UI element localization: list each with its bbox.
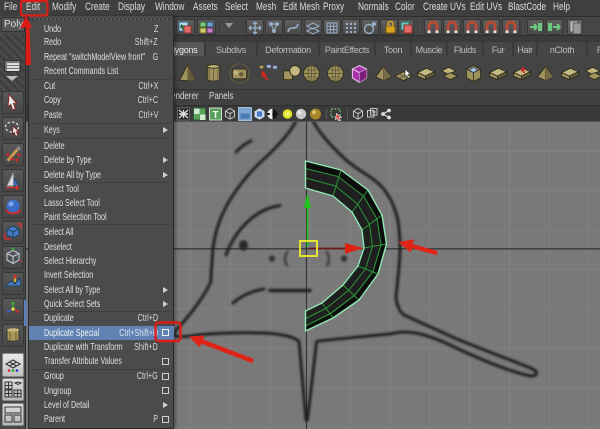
svg-text:T: T xyxy=(212,110,218,121)
